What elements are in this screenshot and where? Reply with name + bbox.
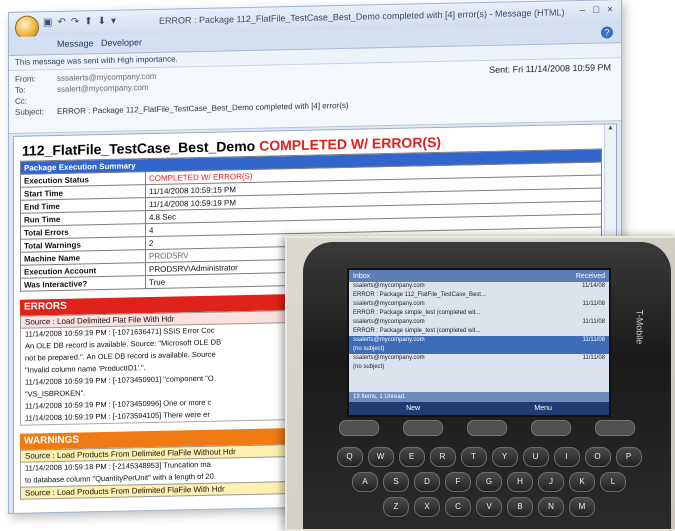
key[interactable]: E (398, 447, 425, 467)
key[interactable]: M (569, 497, 595, 517)
maximize-button[interactable]: □ (593, 5, 599, 16)
end-key[interactable] (595, 420, 635, 436)
key[interactable]: W (367, 447, 394, 467)
key[interactable]: P (615, 447, 642, 467)
sort-label[interactable]: Received (576, 273, 605, 280)
keyboard-row: Q W E R T Y U I O P (329, 447, 649, 467)
key[interactable]: O (584, 447, 611, 467)
key[interactable]: H (507, 472, 533, 492)
help-icon[interactable]: ? (601, 26, 613, 39)
key[interactable]: J (538, 472, 564, 492)
dpad-center-key[interactable] (467, 420, 507, 436)
mail-from: ssalerts@mycompany.com (353, 301, 425, 307)
mail-time: 11/11/08 (582, 319, 605, 325)
inbox-label: Inbox (353, 272, 371, 280)
list-item[interactable]: ssalerts@mycompany.com 11/11/08 (349, 354, 609, 363)
save-icon[interactable]: ▣ (43, 17, 52, 28)
home-key[interactable] (403, 420, 443, 436)
key[interactable]: T (460, 447, 487, 467)
phone-photo: Inbox Received ssalerts@mycompany.com 11/… (285, 236, 675, 531)
softkey-menu[interactable]: Menu (534, 402, 552, 415)
softkey-new[interactable]: New (406, 402, 420, 415)
row-key: Was Interactive? (20, 275, 146, 292)
smartphone: Inbox Received ssalerts@mycompany.com 11/… (303, 242, 671, 529)
key[interactable]: L (600, 472, 626, 492)
key[interactable]: I (553, 447, 580, 467)
scroll-up-icon[interactable]: ▲ (605, 124, 616, 135)
keyboard-row: A S D F G H J K L (329, 472, 649, 492)
mail-from: ssalerts@mycompany.com (353, 337, 425, 343)
message-header: From: sssalerts@mycompany.com To: ssalert@… (9, 58, 621, 134)
key[interactable]: F (445, 472, 471, 492)
from-label: From: (15, 74, 36, 84)
mail-from: ssalerts@mycompany.com (353, 319, 425, 325)
softkey-bar: New Menu (349, 402, 609, 415)
list-item[interactable]: ERROR : Package simple_test (completed w… (349, 327, 609, 336)
inbox-header: Inbox Received (349, 270, 609, 282)
key[interactable]: S (383, 472, 409, 492)
mail-from: ssalerts@mycompany.com (353, 355, 425, 361)
list-item[interactable]: ssalerts@mycompany.com 11/11/08 (349, 318, 609, 327)
call-key[interactable] (339, 420, 379, 436)
back-key[interactable] (531, 420, 571, 436)
list-item[interactable]: (no subject) (349, 363, 609, 372)
key[interactable]: C (445, 497, 471, 517)
key[interactable]: Y (491, 447, 518, 467)
mail-time: 11/11/08 (582, 337, 605, 343)
phone-screen: Inbox Received ssalerts@mycompany.com 11/… (347, 268, 611, 417)
keyboard-row: Z X C V B N M (329, 497, 649, 517)
customize-toolbar-icon[interactable]: ▾ (111, 16, 116, 27)
list-item[interactable]: ssalerts@mycompany.com 11/11/08 (349, 300, 609, 309)
minimize-button[interactable]: – (580, 5, 586, 16)
list-item-selected[interactable]: ssalerts@mycompany.com 11/11/08 (349, 336, 609, 345)
key[interactable]: R (429, 447, 456, 467)
mail-subject: ERROR : Package simple_test (completed w… (353, 310, 481, 316)
mail-from: ssalerts@mycompany.com (353, 283, 425, 289)
redo-icon[interactable]: ↷ (71, 17, 79, 28)
sent-value: Fri 11/14/2008 10:59 PM (512, 62, 611, 75)
window-title: ERROR : Package 112_FlatFile_TestCase_Be… (159, 7, 565, 26)
close-button[interactable]: × (607, 4, 613, 15)
navigation-keys (327, 420, 647, 442)
qwerty-keyboard: Q W E R T Y U I O P A S D F G H J K L Z … (329, 447, 649, 522)
list-item[interactable]: ssalerts@mycompany.com 11/14/08 (349, 282, 609, 291)
mail-subject: ERROR : Package simple_test (completed w… (353, 328, 481, 334)
window-controls: – □ × (580, 4, 613, 16)
down-arrow-icon[interactable]: ⬇ (98, 16, 106, 27)
list-item-selected[interactable]: (no subject) (349, 345, 609, 354)
list-item[interactable]: ERROR : Package 112_FlatFile_TestCase_Be… (349, 291, 609, 300)
up-arrow-icon[interactable]: ⬆ (84, 16, 92, 27)
inbox-footer: 19 Items, 1 Unread. (349, 392, 609, 402)
tab-message[interactable]: Message (57, 38, 94, 49)
key[interactable]: V (476, 497, 502, 517)
carrier-logo: T-Mobile (634, 309, 645, 345)
key[interactable]: A (352, 472, 378, 492)
tab-developer[interactable]: Developer (101, 37, 142, 48)
mail-subject: ERROR : Package 112_FlatFile_TestCase_Be… (353, 292, 486, 298)
key[interactable]: Q (336, 447, 363, 467)
key[interactable]: D (414, 472, 440, 492)
mail-subject: (no subject) (353, 364, 385, 370)
mail-time: 11/11/08 (582, 355, 605, 361)
key[interactable]: Z (383, 497, 409, 517)
subject-label: Subject: (15, 107, 44, 117)
key[interactable]: U (522, 447, 549, 467)
sent-label: Sent: (489, 64, 511, 75)
quick-access-toolbar: ▣ ↶ ↷ ⬆ ⬇ ▾ (43, 16, 116, 29)
to-label: To: (15, 85, 26, 95)
undo-icon[interactable]: ↶ (57, 17, 65, 28)
key[interactable]: X (414, 497, 440, 517)
status-title: COMPLETED W/ ERROR(S) (259, 133, 442, 154)
mail-subject: (no subject) (353, 346, 385, 352)
list-item[interactable]: ERROR : Package simple_test (completed w… (349, 309, 609, 318)
to-value[interactable]: ssalert@mycompany.com (57, 83, 149, 94)
cc-label: Cc: (15, 96, 27, 106)
key[interactable]: N (538, 497, 564, 517)
key[interactable]: B (507, 497, 533, 517)
mail-time: 11/14/08 (582, 283, 605, 289)
key[interactable]: G (476, 472, 502, 492)
key[interactable]: K (569, 472, 595, 492)
mail-time: 11/11/08 (582, 301, 605, 307)
